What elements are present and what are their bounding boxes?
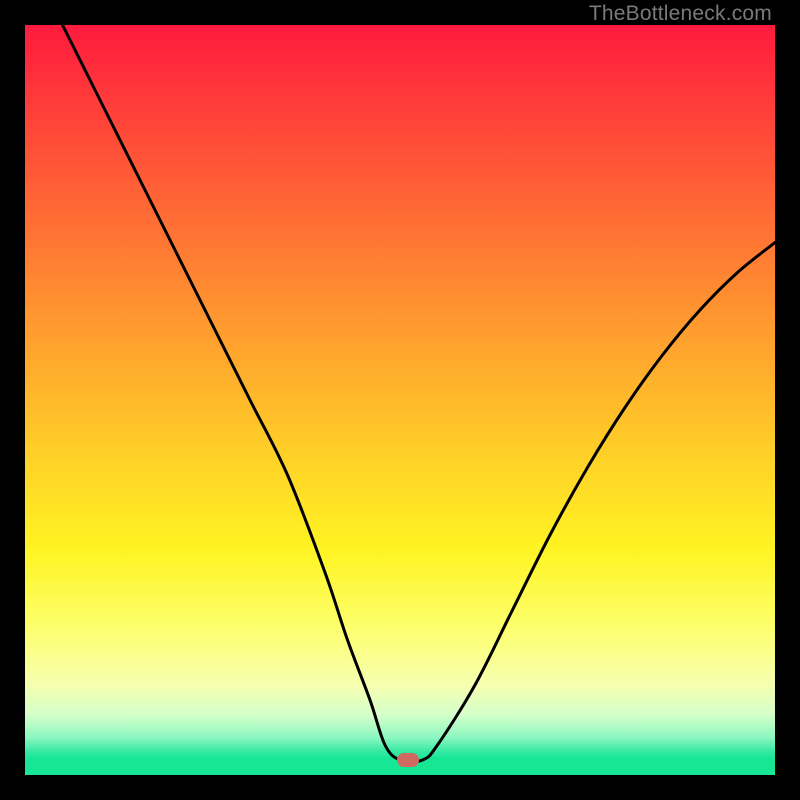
- chart-curve-layer: [25, 25, 775, 775]
- bottleneck-curve: [63, 25, 776, 762]
- watermark-text: TheBottleneck.com: [589, 2, 772, 26]
- optimum-marker: [397, 753, 419, 767]
- chart-plot: [25, 25, 775, 775]
